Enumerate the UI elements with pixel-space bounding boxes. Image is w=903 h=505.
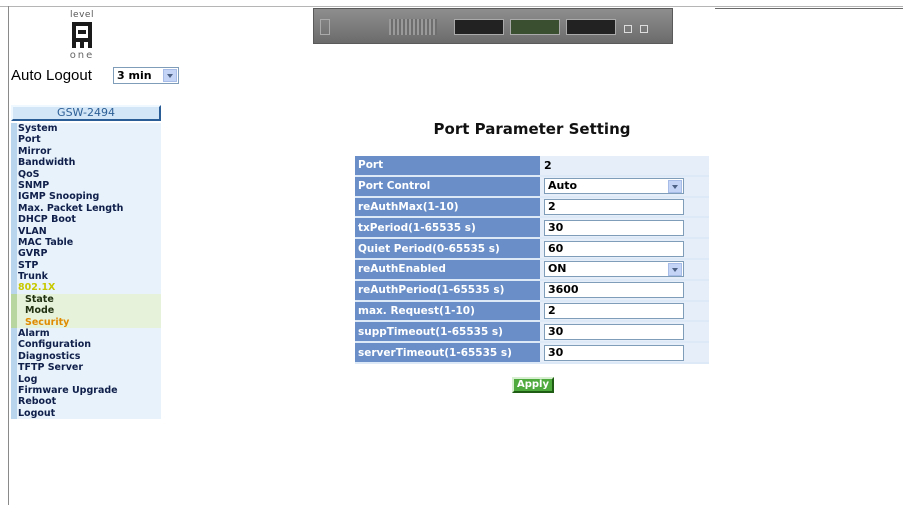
param-label-reauthperiod: reAuthPeriod(1-65535 s): [355, 280, 540, 302]
menu-item-8021x[interactable]: 802.1X: [11, 282, 161, 294]
param-label-port: Port: [355, 156, 540, 177]
port-parameter-table: Port 2 Port Control Auto reAuthMax(1-10)…: [355, 156, 709, 364]
apply-button[interactable]: Apply: [512, 377, 554, 393]
menu-item-trunk[interactable]: Trunk: [11, 271, 161, 283]
reauthenabled-value: ON: [547, 262, 567, 276]
param-label-max-request: max. Request(1-10): [355, 301, 540, 323]
menu-item-port[interactable]: Port: [11, 134, 161, 146]
port-group-3: [566, 19, 616, 35]
chevron-down-icon[interactable]: [667, 180, 682, 194]
param-label-servertimeout: serverTimeout(1-65535 s): [355, 343, 540, 364]
reauthperiod-input[interactable]: 3600: [543, 282, 684, 299]
port-value: 2: [543, 158, 552, 172]
menu-item-log[interactable]: Log: [11, 373, 161, 385]
sidebar-menu: System Port Mirror Bandwidth QoS SNMP IG…: [11, 123, 161, 420]
sfp-port-1: [624, 25, 632, 33]
servertimeout-input[interactable]: 30: [543, 344, 684, 361]
menu-item-stp[interactable]: STP: [11, 259, 161, 272]
chevron-down-icon[interactable]: [667, 263, 682, 277]
menu-item-gvrp[interactable]: GVRP: [11, 248, 161, 260]
param-label-txperiod: txPeriod(1-65535 s): [355, 218, 540, 240]
menu-item-logout[interactable]: Logout: [11, 407, 161, 420]
menu-item-max-packet-length[interactable]: Max. Packet Length: [11, 202, 161, 215]
switch-front-panel-image: [313, 8, 673, 44]
menu-item-mirror[interactable]: Mirror: [11, 145, 161, 158]
auto-logout-value: 3 min: [117, 69, 152, 82]
port-control-select[interactable]: Auto: [543, 178, 684, 195]
reauthmax-input[interactable]: 2: [543, 198, 684, 215]
menu-item-reboot[interactable]: Reboot: [11, 396, 161, 408]
menu-item-firmware-upgrade[interactable]: Firmware Upgrade: [11, 384, 161, 397]
menu-item-bandwidth[interactable]: Bandwidth: [11, 157, 161, 169]
menu-item-system[interactable]: System: [11, 123, 161, 135]
port-control-value: Auto: [547, 179, 578, 193]
sfp-port-2: [640, 25, 648, 33]
frame-left-line: [8, 6, 9, 505]
vent-grille: [389, 19, 437, 35]
menu-item-mac-table[interactable]: MAC Table: [11, 236, 161, 249]
table-row: Quiet Period(0-65535 s) 60: [355, 239, 709, 260]
max-request-input[interactable]: 2: [543, 302, 684, 319]
auto-logout-label: Auto Logout: [11, 67, 92, 84]
logo-top-text: level: [70, 10, 94, 20]
txperiod-input[interactable]: 30: [543, 219, 684, 236]
menu-item-vlan[interactable]: VLAN: [11, 225, 161, 237]
menu-item-configuration[interactable]: Configuration: [11, 339, 161, 351]
menu-item-qos[interactable]: QoS: [11, 168, 161, 180]
menu-item-snmp[interactable]: SNMP: [11, 179, 161, 192]
reauthenabled-select[interactable]: ON: [543, 261, 684, 278]
power-indicator-icon: [320, 19, 330, 35]
menu-item-dhcp-boot[interactable]: DHCP Boot: [11, 214, 161, 226]
param-label-quiet-period: Quiet Period(0-65535 s): [355, 239, 540, 260]
logo-mark-icon: [72, 22, 92, 48]
table-row: reAuthMax(1-10) 2: [355, 197, 709, 219]
port-group-1: [454, 19, 504, 35]
levelone-logo: level one: [62, 10, 102, 64]
menu-item-tftp-server[interactable]: TFTP Server: [11, 362, 161, 374]
table-row: Port Control Auto: [355, 176, 709, 198]
frame-top-line: [0, 6, 903, 7]
param-label-reauthenabled: reAuthEnabled: [355, 259, 540, 281]
param-label-port-control: Port Control: [355, 176, 540, 198]
model-button[interactable]: GSW-2494: [11, 105, 161, 121]
table-row: txPeriod(1-65535 s) 30: [355, 218, 709, 240]
table-row: reAuthPeriod(1-65535 s) 3600: [355, 280, 709, 302]
table-row: serverTimeout(1-65535 s) 30: [355, 343, 709, 364]
submenu-item-security[interactable]: Security: [11, 316, 161, 329]
submenu-item-mode[interactable]: Mode: [11, 305, 161, 317]
frame-top-right-line: [715, 8, 903, 9]
auto-logout-select[interactable]: 3 min: [113, 67, 179, 84]
quiet-period-input[interactable]: 60: [543, 240, 684, 257]
chevron-down-icon[interactable]: [163, 69, 177, 82]
supptimeout-input[interactable]: 30: [543, 323, 684, 340]
port-group-2: [510, 19, 560, 35]
table-row: max. Request(1-10) 2: [355, 301, 709, 323]
table-row: suppTimeout(1-65535 s) 30: [355, 322, 709, 344]
menu-item-igmp-snooping[interactable]: IGMP Snooping: [11, 191, 161, 203]
logo-bottom-text: one: [69, 50, 95, 61]
menu-item-diagnostics[interactable]: Diagnostics: [11, 350, 161, 363]
submenu-item-state[interactable]: State: [11, 293, 161, 306]
table-row: Port 2: [355, 156, 709, 177]
table-row: reAuthEnabled ON: [355, 259, 709, 281]
page-title: Port Parameter Setting: [433, 120, 631, 138]
param-label-supptimeout: suppTimeout(1-65535 s): [355, 322, 540, 344]
menu-item-alarm[interactable]: Alarm: [11, 328, 161, 340]
param-label-reauthmax: reAuthMax(1-10): [355, 197, 540, 219]
